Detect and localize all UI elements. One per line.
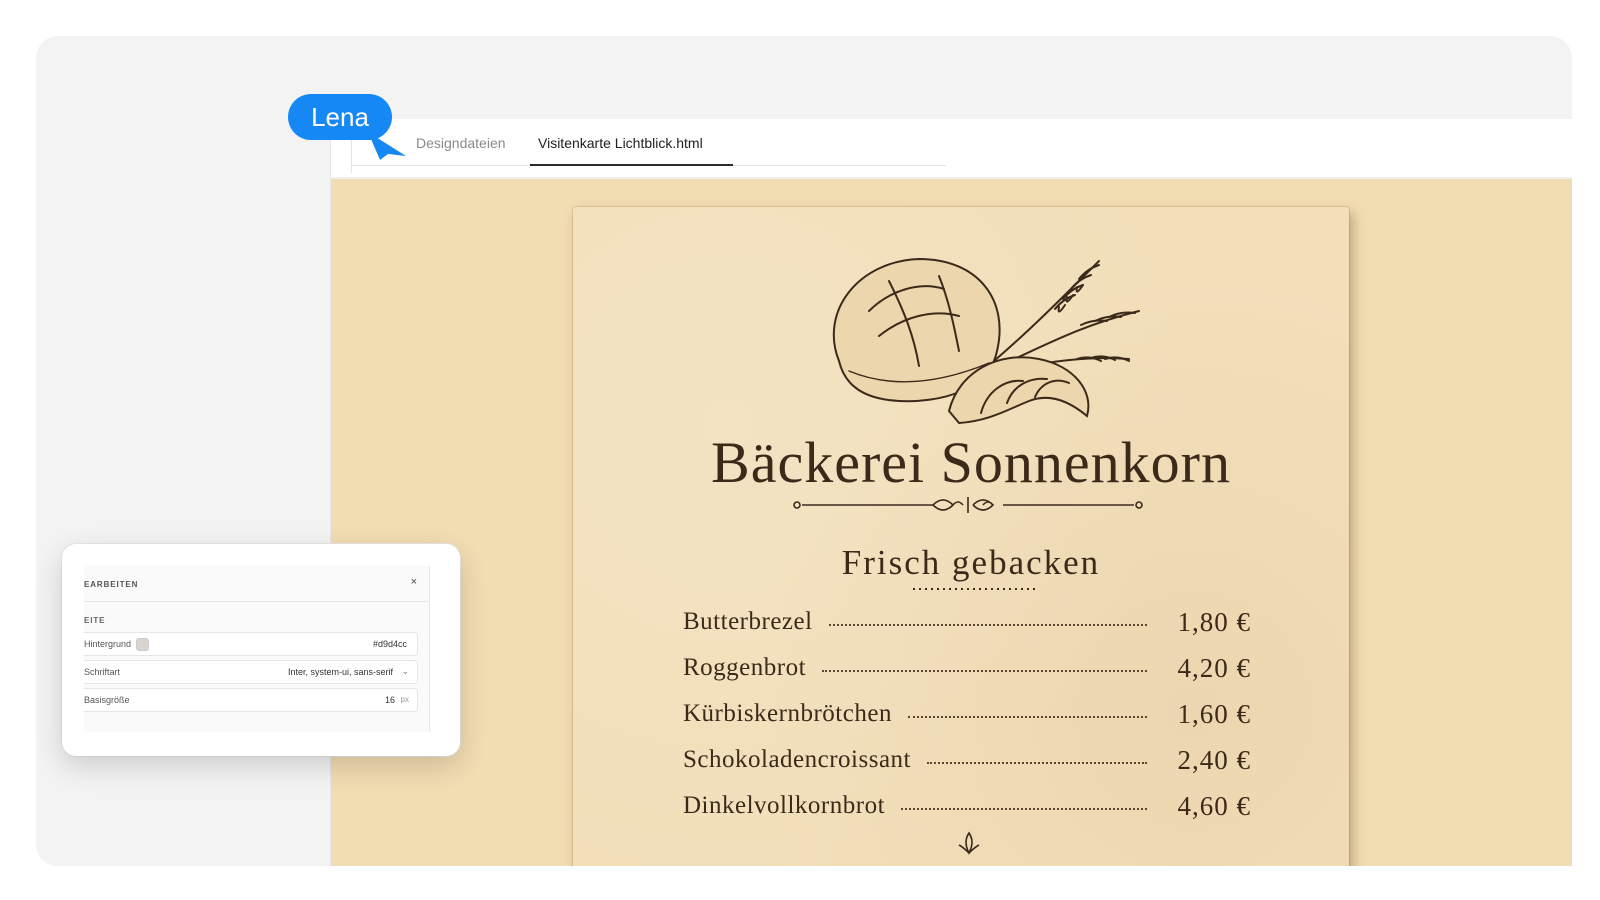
dot-leader — [907, 716, 1147, 718]
menu-item: Butterbrezel 1,80 € — [683, 599, 1251, 645]
properties-panel-body: EARBEITEN × EITE Hintergrund #d9d4cc Sch… — [84, 566, 430, 732]
price-list: Butterbrezel 1,80 € Roggenbrot 4,20 € Kü… — [683, 599, 1251, 829]
item-price: 4,20 € — [1177, 652, 1251, 683]
close-icon[interactable]: × — [411, 576, 417, 588]
chevron-down-icon[interactable]: ⌄ — [401, 666, 409, 677]
tab-visitenkarte[interactable]: Visitenkarte Lichtblick.html — [530, 131, 733, 166]
wheat-ornament-icon — [958, 831, 980, 855]
font-value[interactable]: Inter, system-ui, sans-serif — [288, 667, 393, 677]
menu-item: Kürbiskernbrötchen 1,60 € — [683, 691, 1251, 737]
background-label: Hintergrund — [84, 639, 132, 649]
menu-item: Schokoladencroissant 2,40 € — [683, 737, 1251, 783]
subtitle-dots — [913, 588, 1035, 590]
panel-title: EARBEITEN — [84, 580, 139, 589]
item-name: Kürbiskernbrötchen — [683, 700, 892, 727]
properties-panel: EARBEITEN × EITE Hintergrund #d9d4cc Sch… — [62, 544, 460, 756]
item-name: Schokoladencroissant — [683, 746, 912, 773]
font-select[interactable]: Schriftart Inter, system-ui, sans-serif … — [84, 660, 418, 684]
font-label: Schriftart — [84, 667, 121, 677]
dot-leader — [822, 670, 1147, 672]
item-price: 1,80 € — [1177, 606, 1251, 637]
section-subtitle: Frisch gebacken — [841, 543, 1101, 582]
base-size-value[interactable]: 16 — [385, 695, 395, 705]
bakery-title: Bäckerei Sonnenkorn — [711, 430, 1231, 495]
collaborator-name-badge: Lena — [288, 94, 392, 140]
dot-leader — [828, 624, 1147, 626]
color-swatch[interactable] — [136, 638, 149, 651]
item-name: Butterbrezel — [683, 608, 813, 635]
panel-header: EARBEITEN × — [84, 566, 429, 602]
base-size-field[interactable]: Basisgröße 16 px — [84, 688, 418, 712]
bread-illustration — [832, 257, 1140, 425]
dot-leader — [927, 762, 1147, 764]
dot-leader — [901, 808, 1147, 810]
item-price: 1,60 € — [1177, 698, 1251, 729]
menu-paper: Bäckerei Sonnenkorn Frisch gebacken Butt… — [573, 207, 1349, 866]
section-label: EITE — [84, 616, 106, 625]
base-size-label: Basisgröße — [84, 695, 130, 705]
background-field[interactable]: Hintergrund #d9d4cc — [84, 632, 418, 656]
menu-item: Roggenbrot 4,20 € — [683, 645, 1251, 691]
menu-item: Dinkelvollkornbrot 4,60 € — [683, 783, 1251, 829]
item-name: Roggenbrot — [683, 654, 807, 681]
background-value[interactable]: #d9d4cc — [373, 639, 407, 649]
tab-designdateien[interactable]: Designdateien — [408, 131, 514, 166]
base-size-unit: px — [400, 695, 409, 704]
editor-window: Designdateien Visitenkarte Lichtblick.ht… — [331, 119, 1572, 866]
preview-canvas: Bäckerei Sonnenkorn Frisch gebacken Butt… — [331, 179, 1572, 866]
tab-bar: Designdateien Visitenkarte Lichtblick.ht… — [331, 119, 1572, 179]
divider-ornament — [793, 497, 1143, 513]
item-price: 4,60 € — [1177, 790, 1251, 821]
item-price: 2,40 € — [1177, 744, 1251, 775]
item-name: Dinkelvollkornbrot — [683, 792, 886, 819]
